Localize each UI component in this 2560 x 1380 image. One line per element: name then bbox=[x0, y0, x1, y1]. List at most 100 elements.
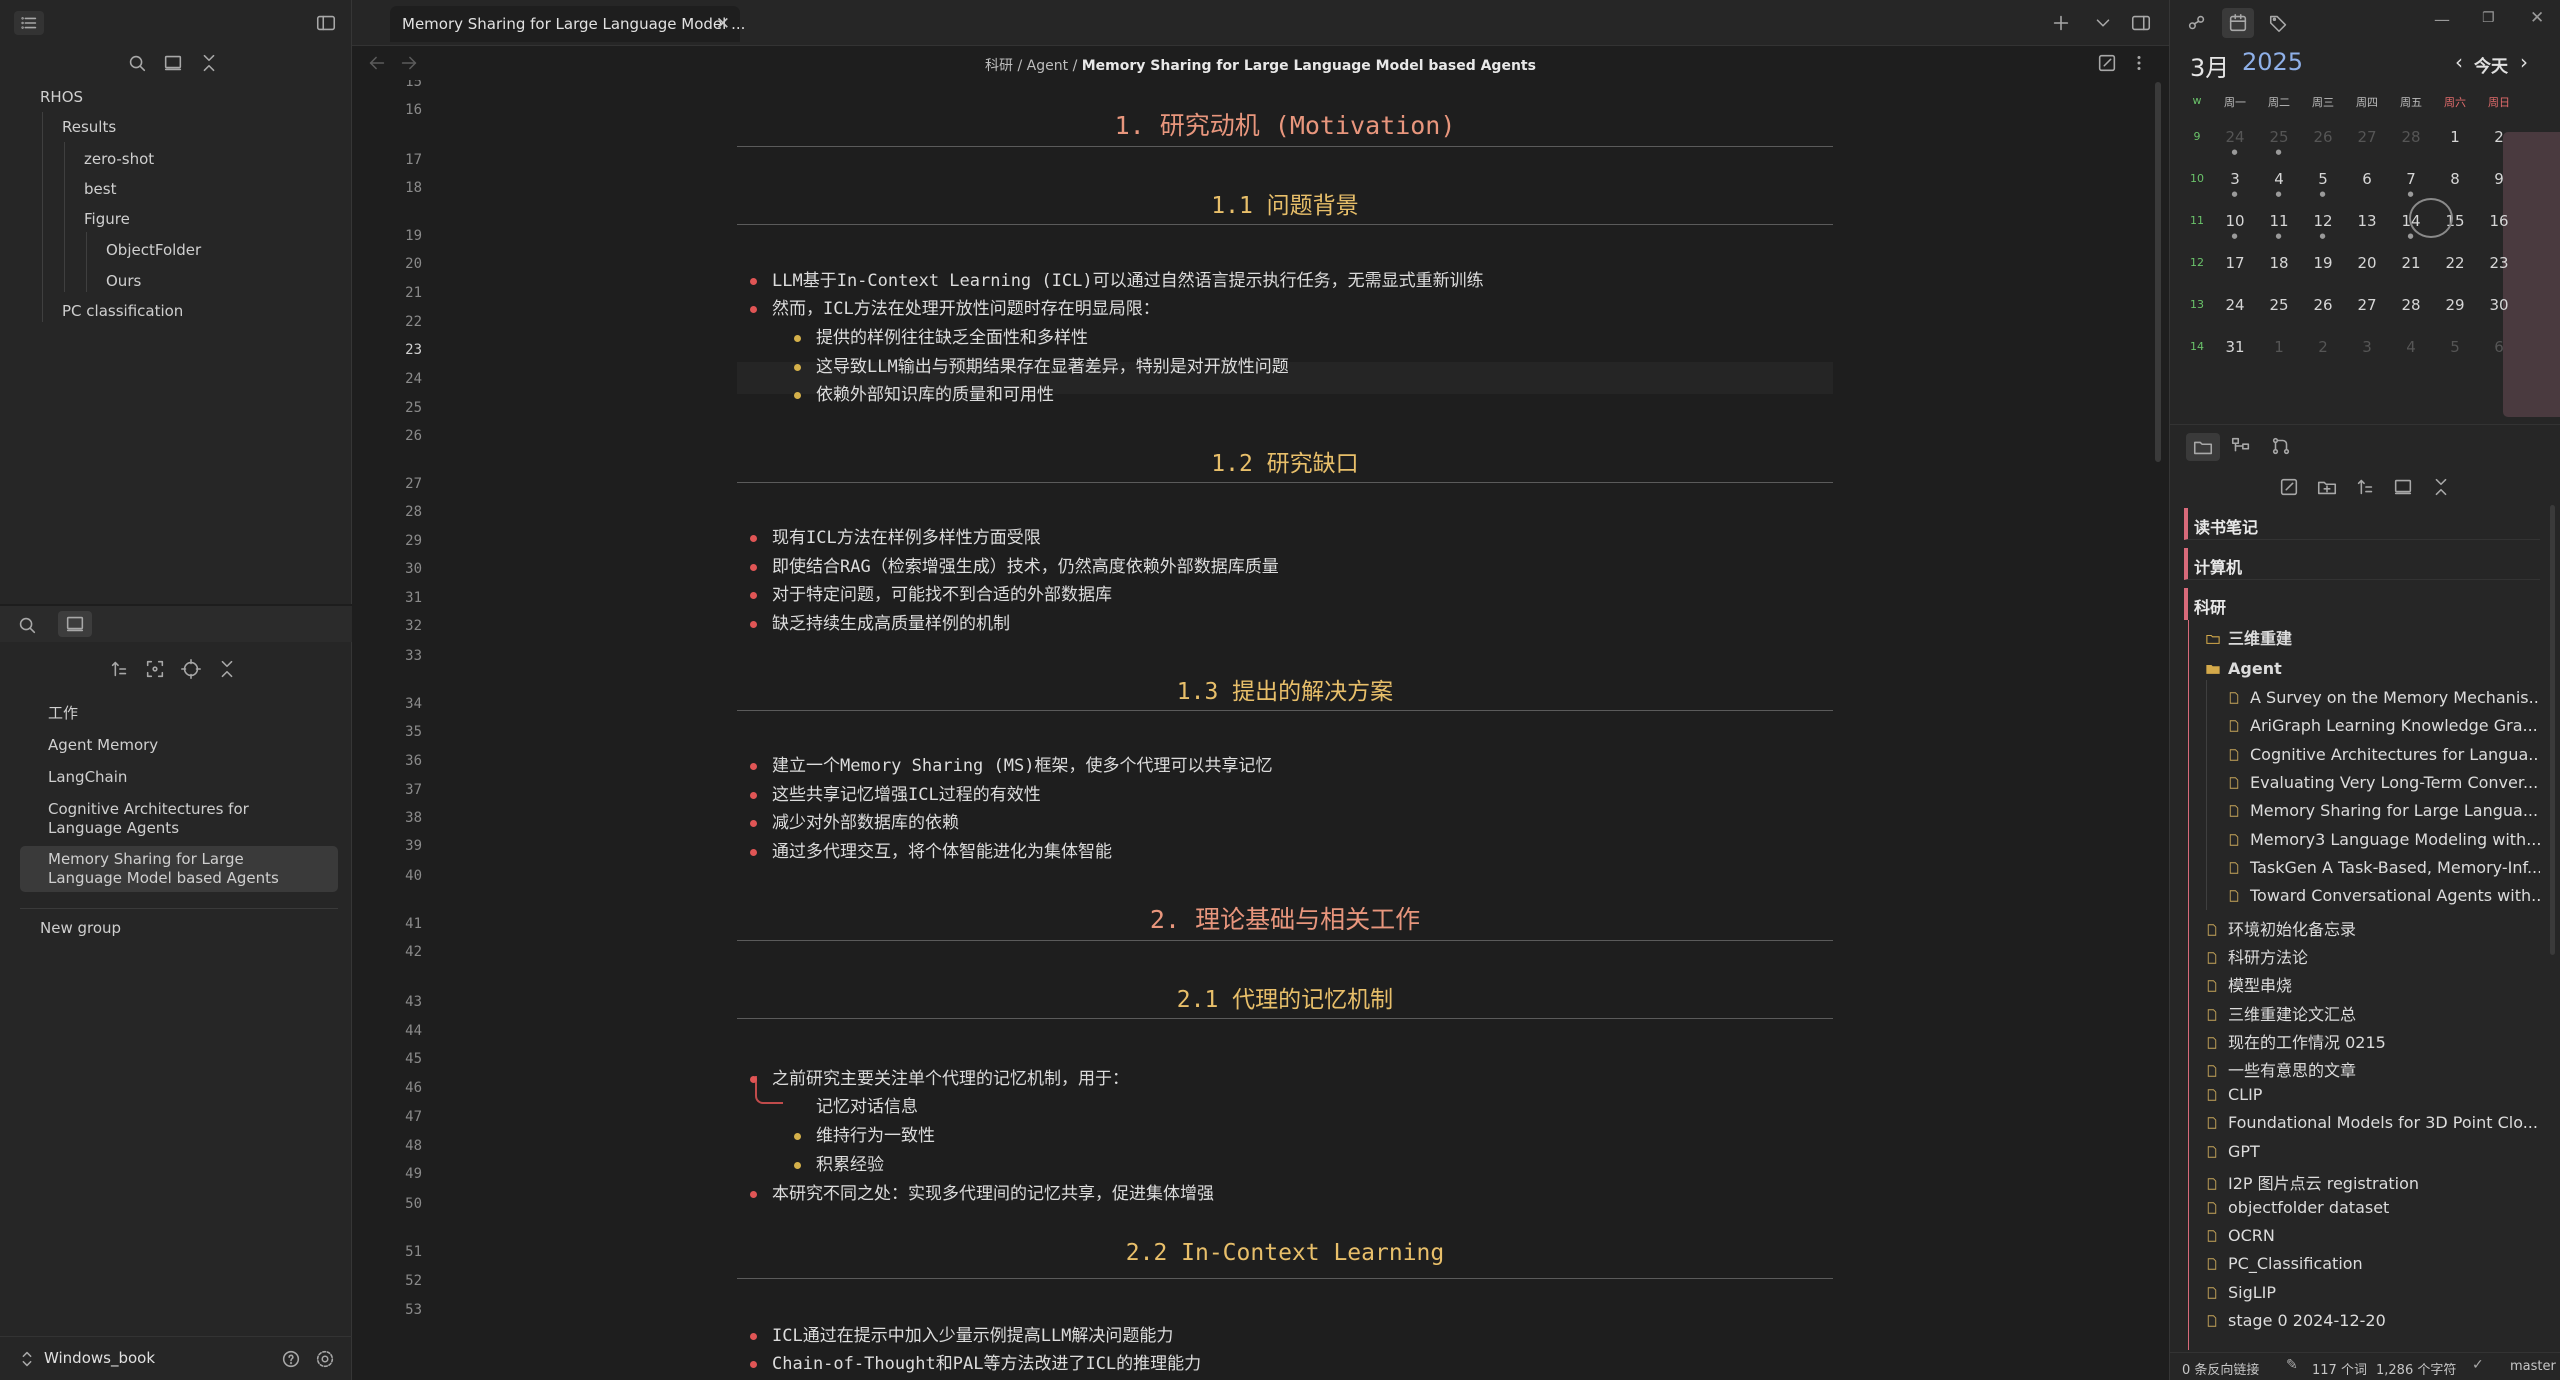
file-item[interactable]: Evaluating Very Long-Term Conver... bbox=[2228, 773, 2540, 792]
calendar-day[interactable]: 6 bbox=[2345, 170, 2389, 188]
tab-close-icon[interactable]: ✕ bbox=[716, 14, 730, 34]
week-number[interactable]: 11 bbox=[2182, 214, 2212, 227]
bookmark-item[interactable]: LangChain bbox=[48, 768, 348, 787]
calendar-day[interactable]: 17 bbox=[2213, 254, 2257, 272]
calendar-day[interactable]: 4 bbox=[2257, 170, 2301, 188]
week-number[interactable]: 9 bbox=[2182, 130, 2212, 143]
collapse-sidebar-icon[interactable] bbox=[312, 11, 340, 35]
bookmark-item[interactable]: 工作 bbox=[48, 704, 348, 723]
file-item[interactable]: 三维重建论文汇总 bbox=[2206, 1001, 2540, 1025]
today-button[interactable]: 今天 bbox=[2474, 52, 2508, 77]
calendar-day[interactable]: 27 bbox=[2345, 128, 2389, 146]
layout-icon[interactable] bbox=[162, 52, 184, 74]
calendar-day[interactable]: 2 bbox=[2477, 128, 2521, 146]
calendar-day[interactable]: 1 bbox=[2433, 128, 2477, 146]
calendar-day[interactable]: 28 bbox=[2389, 296, 2433, 314]
tree-item[interactable]: PC classification bbox=[62, 302, 183, 320]
locate-icon[interactable] bbox=[180, 658, 202, 680]
calendar-day[interactable]: 10 bbox=[2213, 212, 2257, 230]
file-item[interactable]: CLIP bbox=[2206, 1085, 2540, 1104]
calendar-day[interactable]: 26 bbox=[2301, 296, 2345, 314]
more-options-icon[interactable] bbox=[2128, 52, 2150, 74]
toggle-right-sidebar-icon[interactable] bbox=[2130, 12, 2152, 34]
tags-icon[interactable] bbox=[2268, 12, 2290, 34]
vault-switch-icon[interactable] bbox=[16, 1348, 38, 1370]
calendar-day[interactable]: 19 bbox=[2301, 254, 2345, 272]
file-item[interactable]: TaskGen A Task-Based, Memory-Inf... bbox=[2228, 858, 2540, 877]
tree-item[interactable]: ObjectFolder bbox=[106, 241, 201, 259]
tree-item[interactable]: RHOS bbox=[40, 88, 83, 106]
markdown-editor[interactable]: 15 16 17 18 19 20 21 22 23 24 25 26 27 28 29 30 31 32 33 34… bbox=[352, 80, 2152, 1380]
calendar-day[interactable]: 2 bbox=[2301, 338, 2345, 356]
check-icon[interactable]: ✓ bbox=[2472, 1357, 2484, 1373]
explorer-section[interactable]: 计算机 bbox=[2184, 548, 2540, 580]
week-number[interactable]: 12 bbox=[2182, 256, 2212, 269]
file-item[interactable]: A Survey on the Memory Mechanis... bbox=[2228, 688, 2540, 707]
collapse-all-icon[interactable] bbox=[216, 658, 238, 680]
file-item[interactable]: Memory Sharing for Large Langua... bbox=[2228, 801, 2540, 820]
file-item[interactable]: stage 0 2024-12-20 bbox=[2206, 1311, 2540, 1330]
help-icon[interactable] bbox=[280, 1348, 302, 1370]
explorer-section[interactable]: 科研 bbox=[2184, 588, 2540, 620]
sort-icon[interactable] bbox=[108, 658, 130, 680]
focus-icon[interactable] bbox=[144, 658, 166, 680]
edit-mode-icon[interactable] bbox=[2096, 52, 2118, 74]
folder-item[interactable]: 三维重建 bbox=[2206, 625, 2540, 649]
minimize-icon[interactable]: — bbox=[2434, 10, 2450, 29]
collapse-all-icon[interactable] bbox=[2430, 476, 2452, 498]
tab-list-icon[interactable] bbox=[2092, 12, 2114, 34]
file-item[interactable]: OCRN bbox=[2206, 1226, 2540, 1245]
settings-icon[interactable] bbox=[314, 1348, 336, 1370]
calendar-day[interactable]: 12 bbox=[2301, 212, 2345, 230]
bookmark-item-active[interactable]: Memory Sharing for Large Language Model … bbox=[48, 850, 318, 888]
file-item[interactable]: 环境初始化备忘录 bbox=[2206, 916, 2540, 940]
file-item[interactable]: GPT bbox=[2206, 1142, 2540, 1161]
file-item[interactable]: PC_Classification bbox=[2206, 1254, 2540, 1273]
vault-name[interactable]: Windows_book bbox=[44, 1349, 155, 1367]
file-item[interactable]: AriGraph Learning Knowledge Gra... bbox=[2228, 716, 2540, 735]
file-item[interactable]: Memory3 Language Modeling with... bbox=[2228, 830, 2540, 849]
calendar-day[interactable]: 9 bbox=[2477, 170, 2521, 188]
calendar-day[interactable]: 7 bbox=[2389, 170, 2433, 188]
calendar-day[interactable]: 28 bbox=[2389, 128, 2433, 146]
graph-icon[interactable] bbox=[2186, 12, 2208, 34]
file-item[interactable]: 科研方法论 bbox=[2206, 944, 2540, 968]
calendar-day[interactable]: 31 bbox=[2213, 338, 2257, 356]
sidebar-menu-icon[interactable] bbox=[14, 11, 44, 35]
tree-structure-icon[interactable] bbox=[2230, 435, 2252, 457]
calendar-day[interactable]: 26 bbox=[2301, 128, 2345, 146]
tree-item[interactable]: Figure bbox=[84, 210, 130, 228]
calendar-day[interactable]: 25 bbox=[2257, 296, 2301, 314]
file-item[interactable]: 一些有意思的文章 bbox=[2206, 1057, 2540, 1081]
breadcrumb-current[interactable]: Memory Sharing for Large Language Model … bbox=[1082, 58, 1536, 74]
prev-month-icon[interactable]: ‹ bbox=[2455, 50, 2463, 74]
calendar-day[interactable]: 16 bbox=[2477, 212, 2521, 230]
calendar-day[interactable]: 24 bbox=[2213, 296, 2257, 314]
calendar-day[interactable]: 29 bbox=[2433, 296, 2477, 314]
collapse-all-icon[interactable] bbox=[198, 52, 220, 74]
calendar-day[interactable]: 21 bbox=[2389, 254, 2433, 272]
tree-item[interactable]: Ours bbox=[106, 272, 141, 290]
week-number[interactable]: 14 bbox=[2182, 340, 2212, 353]
file-item[interactable]: Cognitive Architectures for Langua... bbox=[2228, 745, 2540, 764]
calendar-day[interactable]: 13 bbox=[2345, 212, 2389, 230]
folder-item[interactable]: Agent bbox=[2206, 659, 2540, 678]
week-number[interactable]: 13 bbox=[2182, 298, 2212, 311]
calendar-day[interactable]: 5 bbox=[2433, 338, 2477, 356]
restore-icon[interactable]: ❐ bbox=[2482, 10, 2495, 26]
next-month-icon[interactable]: › bbox=[2520, 50, 2528, 74]
week-number[interactable]: 10 bbox=[2182, 172, 2212, 185]
breadcrumb-part[interactable]: Agent bbox=[1027, 58, 1068, 74]
calendar-day[interactable]: 27 bbox=[2345, 296, 2389, 314]
sort-icon[interactable] bbox=[2354, 476, 2376, 498]
file-item[interactable]: objectfolder dataset bbox=[2206, 1198, 2540, 1217]
calendar-day[interactable]: 5 bbox=[2301, 170, 2345, 188]
file-item[interactable]: 模型串烧 bbox=[2206, 972, 2540, 996]
file-item[interactable]: Foundational Models for 3D Point Clo... bbox=[2206, 1113, 2540, 1132]
tree-item[interactable]: zero-shot bbox=[84, 150, 154, 168]
calendar-day[interactable]: 23 bbox=[2477, 254, 2521, 272]
file-item[interactable]: 现在的工作情况 0215 bbox=[2206, 1029, 2540, 1053]
bookmark-group[interactable]: New group bbox=[40, 919, 340, 938]
new-tab-icon[interactable] bbox=[2050, 12, 2072, 34]
calendar-icon[interactable] bbox=[2222, 8, 2254, 38]
